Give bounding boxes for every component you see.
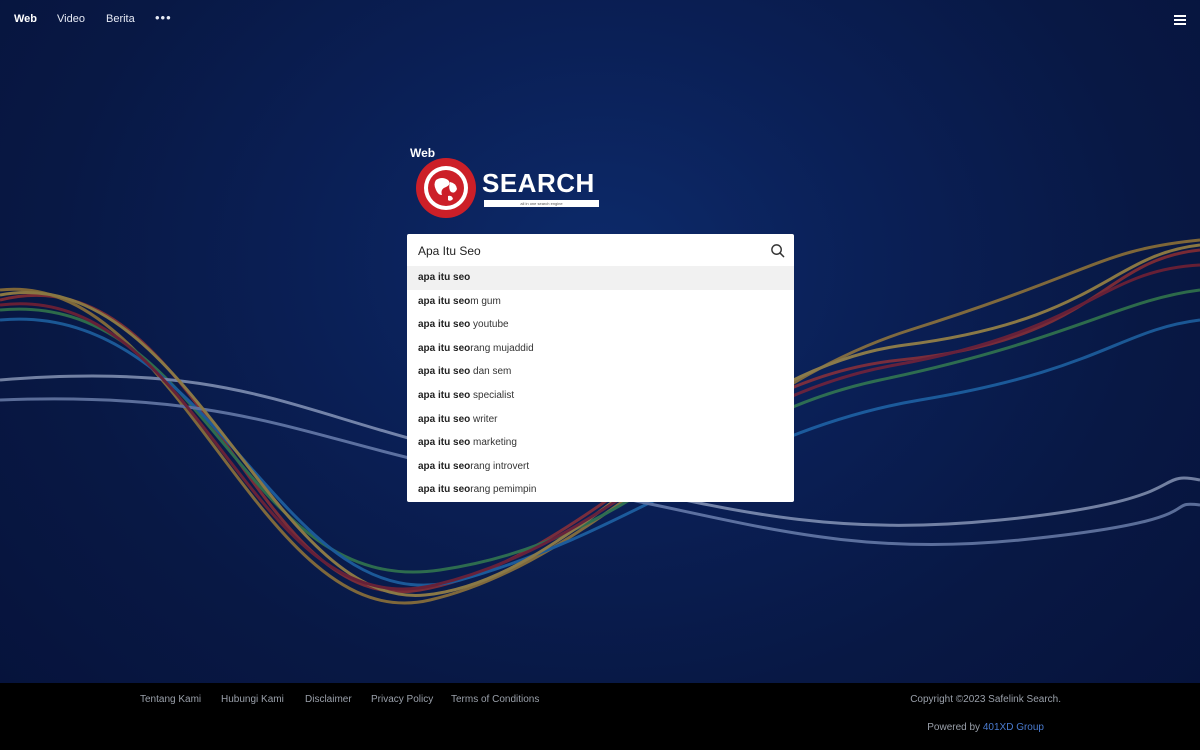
- suggestion-item[interactable]: apa itu seo marketing: [407, 431, 794, 455]
- copyright-text: Copyright ©2023 Safelink Search.: [910, 694, 1061, 705]
- suggestion-match-text: apa itu seo: [418, 272, 471, 283]
- suggestion-item[interactable]: apa itu seo specialist: [407, 384, 794, 408]
- suggestion-match-text: apa itu seo: [418, 319, 471, 331]
- suggestion-rest-text: rang pemimpin: [470, 484, 537, 496]
- suggestion-list: apa itu seo apa itu seom gum apa itu seo y…: [407, 266, 794, 502]
- suggestion-item[interactable]: apa itu seo youtube: [407, 313, 794, 337]
- nav-tab-video[interactable]: Video: [57, 13, 85, 25]
- suggestion-rest-text: dan sem: [470, 366, 512, 378]
- logo-prefix: Web: [410, 146, 436, 160]
- powered-by: Powered by 401XD Group: [927, 722, 1044, 733]
- suggestion-rest-text: rang mujaddid: [470, 342, 534, 354]
- nav-tab-berita[interactable]: Berita: [106, 13, 135, 25]
- suggestion-match-text: apa itu seo: [418, 484, 471, 496]
- powered-by-link[interactable]: 401XD Group: [983, 722, 1044, 733]
- suggestion-match-text: apa itu seo: [418, 295, 471, 307]
- search-box: [407, 234, 794, 267]
- suggestion-rest-text: writer: [470, 413, 498, 425]
- nav-tab-web[interactable]: Web: [14, 13, 37, 25]
- footer-link-privacy-policy[interactable]: Privacy Policy: [371, 694, 433, 705]
- powered-by-prefix: Powered by: [927, 722, 983, 733]
- more-options-icon[interactable]: •••: [155, 10, 172, 25]
- footer: Tentang Kami Hubungi Kami Disclaimer Pri…: [0, 683, 1200, 750]
- search-input[interactable]: [407, 234, 762, 267]
- suggestion-match-text: apa itu seo: [418, 342, 471, 354]
- suggestion-rest-text: marketing: [470, 437, 517, 449]
- footer-link-hubungi-kami[interactable]: Hubungi Kami: [221, 694, 284, 705]
- suggestion-rest-text: m gum: [470, 295, 501, 307]
- suggestion-match-text: apa itu seo: [418, 460, 471, 472]
- top-navigation: Web Video Berita •••: [0, 0, 1200, 40]
- globe-icon: [416, 158, 476, 218]
- site-logo: Web SEARCH all in one search engine: [408, 144, 608, 224]
- suggestion-match-text: apa itu seo: [418, 366, 471, 378]
- suggestion-rest-text: specialist: [470, 389, 515, 401]
- footer-link-disclaimer[interactable]: Disclaimer: [305, 694, 352, 705]
- hamburger-menu-icon[interactable]: [1174, 15, 1186, 25]
- suggestion-item[interactable]: apa itu seo dan sem: [407, 360, 794, 384]
- suggestion-item[interactable]: apa itu seorang pemimpin: [407, 478, 794, 502]
- suggestion-rest-text: youtube: [470, 319, 509, 331]
- logo-title: SEARCH: [482, 168, 595, 198]
- suggestion-rest-text: rang introvert: [470, 460, 530, 472]
- suggestion-item[interactable]: apa itu seo writer: [407, 408, 794, 432]
- suggestion-match-text: apa itu seo: [418, 413, 471, 425]
- logo-tagline: all in one search engine: [484, 200, 599, 207]
- suggestion-item[interactable]: apa itu seo: [407, 266, 794, 290]
- suggestion-match-text: apa itu seo: [418, 389, 471, 401]
- suggestion-item[interactable]: apa itu seom gum: [407, 290, 794, 314]
- footer-link-tentang-kami[interactable]: Tentang Kami: [140, 694, 201, 705]
- suggestion-item[interactable]: apa itu seorang mujaddid: [407, 337, 794, 361]
- suggestion-match-text: apa itu seo: [418, 437, 471, 449]
- search-icon[interactable]: [770, 243, 785, 258]
- footer-link-terms[interactable]: Terms of Conditions: [451, 694, 539, 705]
- suggestion-item[interactable]: apa itu seorang introvert: [407, 455, 794, 479]
